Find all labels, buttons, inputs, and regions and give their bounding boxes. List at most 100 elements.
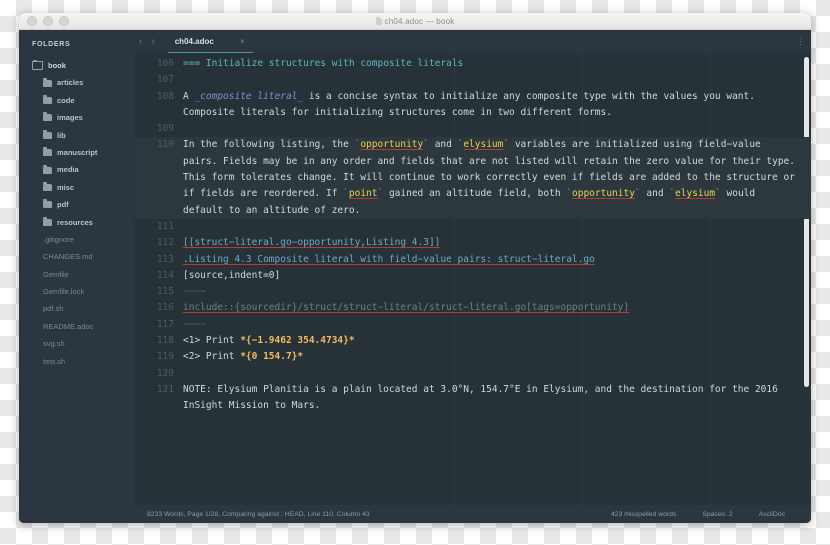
sidebar-file-pdf-sh[interactable]: pdf.sh	[19, 300, 134, 317]
sidebar-item-label: pdf.sh	[43, 304, 64, 314]
code-line-highlighted[interactable]: 110 In the following listing, the `oppor…	[134, 137, 811, 219]
line-number: 114	[156, 269, 174, 281]
sidebar-item-pdf[interactable]: pdf	[19, 196, 134, 213]
code-line[interactable]: 121 NOTE: Elysium Planitia is a plain lo…	[134, 382, 811, 415]
anchor-id: [[struct−literal.go−opportunity,Listing …	[183, 237, 441, 249]
line-content[interactable]: .Listing 4.3 Composite literal with fiel…	[183, 252, 811, 268]
window-titlebar: ch04.adoc — book	[19, 13, 811, 30]
sidebar-item-label: articles	[57, 78, 84, 88]
line-content[interactable]: −−−−	[183, 317, 811, 333]
sidebar-file-gemfile[interactable]: Gemfile	[19, 266, 134, 283]
sidebar-file-svg-sh[interactable]: svg.sh	[19, 335, 134, 352]
editor-pane: ‹ › ch04.adoc × 106 === Initialize struc…	[134, 30, 811, 523]
code-line[interactable]: 116 include::{sourcedir}/struct/struct−l…	[134, 300, 811, 316]
line-content[interactable]	[183, 72, 811, 88]
sidebar-item-articles[interactable]: articles	[19, 74, 134, 91]
line-content[interactable]: −−−−	[183, 284, 811, 300]
folder-icon	[43, 147, 52, 157]
line-content[interactable]	[183, 121, 811, 137]
heading-marker: ===	[183, 58, 201, 69]
window-body: FOLDERS book articles code images lib ma…	[19, 30, 811, 523]
line-content[interactable]: [source,indent=0]	[183, 268, 811, 284]
sidebar-item-label: svg.sh	[43, 339, 65, 349]
line-content[interactable]: NOTE: Elysium Planitia is a plain locate…	[183, 382, 811, 415]
line-content[interactable]: === Initialize structures with composite…	[183, 56, 811, 72]
code-line[interactable]: 109	[134, 121, 811, 137]
sidebar-item-code[interactable]: code	[19, 92, 134, 109]
code-line[interactable]: 113 .Listing 4.3 Composite literal with …	[134, 252, 811, 268]
sidebar-item-lib[interactable]: lib	[19, 127, 134, 144]
bold-text: *{−1.9462 354.4734}*	[240, 335, 355, 347]
block-title: .Listing 4.3 Composite literal with fiel…	[183, 253, 595, 265]
folder-icon	[43, 164, 52, 174]
code-line[interactable]: 112 [[struct−literal.go−opportunity,List…	[134, 235, 811, 251]
sidebar-item-misc[interactable]: misc	[19, 179, 134, 196]
sidebar-item-label: pdf	[57, 200, 69, 210]
line-content[interactable]: <2> Print *{0 154.7}*	[183, 349, 811, 365]
folder-icon	[43, 181, 52, 191]
line-content[interactable]	[183, 219, 811, 235]
sidebar-item-resources[interactable]: resources	[19, 214, 134, 231]
sidebar-file-gemfile-lock[interactable]: Gemfile.lock	[19, 283, 134, 300]
tab-navigation[interactable]: ‹ ›	[139, 36, 155, 47]
heading-text: Initialize structures with composite lit…	[200, 58, 464, 69]
line-content[interactable]: A _composite literal_ is a concise synta…	[183, 89, 811, 122]
line-content[interactable]: [[struct−literal.go−opportunity,Listing …	[183, 235, 811, 251]
folder-icon	[43, 129, 52, 139]
code-line[interactable]: 119 <2> Print *{0 154.7}*	[134, 349, 811, 365]
callout-text: <1> Print	[183, 335, 241, 347]
code-line[interactable]: 107	[134, 72, 811, 88]
italic-emphasis: _composite literal_	[194, 90, 304, 102]
sidebar-item-label: Gemfile	[43, 269, 69, 279]
line-content[interactable]: include::{sourcedir}/struct/struct−liter…	[183, 300, 811, 316]
code-line[interactable]: 118 <1> Print *{−1.9462 354.4734}*	[134, 333, 811, 349]
block-delimiter: −−−−	[183, 318, 206, 330]
sidebar-file-test-sh[interactable]: test.sh	[19, 353, 134, 370]
folder-icon	[43, 112, 52, 122]
code-line[interactable]: 117 −−−−	[134, 317, 811, 333]
folder-icon	[43, 199, 52, 209]
window-title: ch04.adoc — book	[19, 17, 811, 26]
line-content[interactable]	[183, 366, 811, 382]
block-delimiter: −−−−	[183, 286, 206, 298]
code-line[interactable]: 108 A _composite literal_ is a concise s…	[134, 89, 811, 122]
text-run: gained an altitude field, both	[383, 188, 567, 200]
sidebar-item-book[interactable]: book	[19, 57, 134, 74]
kebab-menu-icon[interactable]	[799, 37, 801, 46]
editor-window: ch04.adoc — book FOLDERS book articles c…	[19, 13, 811, 523]
line-content[interactable]: In the following listing, the `opportuni…	[183, 137, 811, 218]
document-icon	[375, 17, 382, 25]
tab-ch04-adoc[interactable]: ch04.adoc ×	[167, 30, 253, 53]
code-line[interactable]: 114 [source,indent=0]	[134, 268, 811, 284]
line-number: 106	[156, 58, 174, 69]
bold-text: *{0 154.7}*	[240, 351, 304, 363]
code-line[interactable]: 106 === Initialize structures with compo…	[134, 56, 811, 72]
inline-code: opportunity	[572, 188, 635, 200]
sidebar-item-label: manuscript	[57, 147, 98, 157]
sidebar-item-images[interactable]: images	[19, 109, 134, 126]
status-misspelled-words[interactable]: 423 misspelled words	[611, 511, 676, 518]
code-line[interactable]: 115 −−−−	[134, 284, 811, 300]
line-number: 118	[156, 335, 174, 347]
code-line[interactable]: 111	[134, 219, 811, 235]
code-line[interactable]: 120	[134, 366, 811, 382]
status-spaces[interactable]: Spaces: 2	[702, 511, 732, 518]
nav-forward-icon[interactable]: ›	[151, 36, 154, 47]
sidebar-item-label: README.adoc	[43, 321, 94, 331]
text-run: and	[640, 188, 670, 200]
sidebar-file-readme-adoc[interactable]: README.adoc	[19, 318, 134, 335]
sidebar-item-manuscript[interactable]: manuscript	[19, 144, 134, 161]
sidebar-file-gitignore[interactable]: .gitignore	[19, 231, 134, 248]
code-editor[interactable]: 106 === Initialize structures with compo…	[134, 53, 811, 505]
sidebar-item-media[interactable]: media	[19, 161, 134, 178]
status-document-info[interactable]: 8233 Words, Page 1/28, Comparing against…	[147, 511, 370, 518]
line-number: 108	[156, 90, 174, 102]
sidebar-item-label: resources	[57, 217, 93, 227]
close-icon[interactable]: ×	[240, 37, 245, 46]
sidebar-file-changes-md[interactable]: CHANGES.md	[19, 248, 134, 265]
line-number: 120	[156, 367, 174, 379]
nav-back-icon[interactable]: ‹	[139, 36, 142, 47]
line-content[interactable]: <1> Print *{−1.9462 354.4734}*	[183, 333, 811, 349]
status-grammar[interactable]: AsciiDoc	[759, 511, 785, 518]
sidebar-file-tree[interactable]: FOLDERS book articles code images lib ma…	[19, 30, 134, 523]
